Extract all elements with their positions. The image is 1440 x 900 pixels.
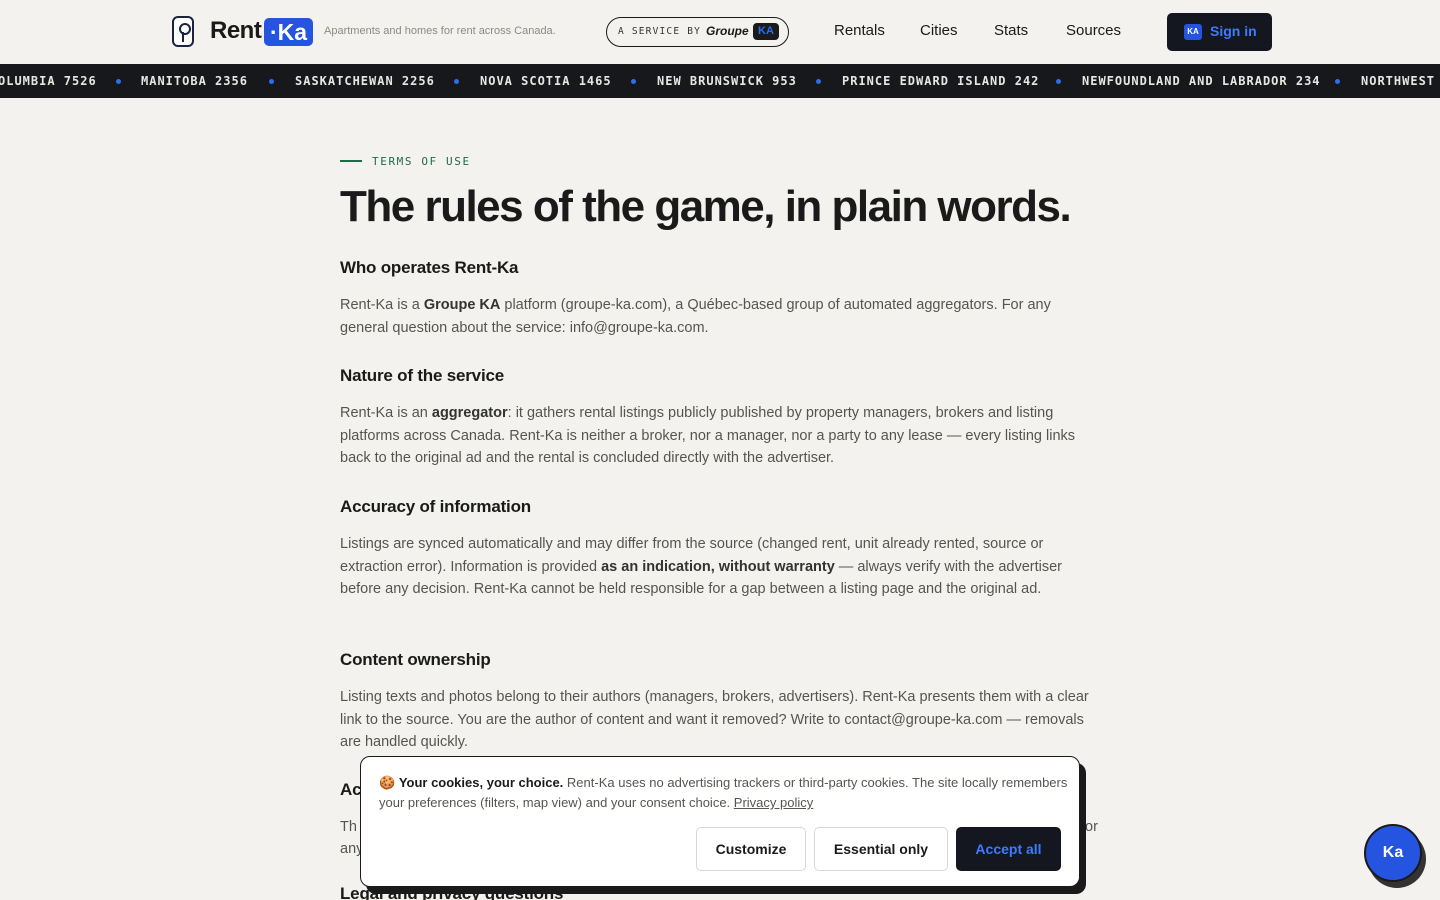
ticker-dot-icon xyxy=(454,79,459,84)
privacy-policy-link[interactable]: Privacy policy xyxy=(734,795,813,810)
section-heading: Nature of the service xyxy=(340,366,504,385)
customize-button[interactable]: Customize xyxy=(696,827,806,871)
section-paragraph: Listing texts and photos belong to their… xyxy=(340,689,1089,750)
nav-cities[interactable]: Cities xyxy=(920,22,958,39)
section-heading: Who operates Rent-Ka xyxy=(340,258,519,277)
ticker-dot-icon xyxy=(116,79,121,84)
section-heading: Accuracy of information xyxy=(340,497,531,516)
logo-text[interactable]: Rent xyxy=(210,17,262,45)
ticker-item: SASKATCHEWAN 2256 xyxy=(295,74,435,88)
cookie-icon: 🍪 xyxy=(379,775,396,790)
section-paragraph: Rent-Ka is a Groupe KA platform (groupe-… xyxy=(340,297,1051,336)
essential-only-button[interactable]: Essential only xyxy=(814,827,948,871)
chat-button[interactable]: Ka xyxy=(1364,824,1422,882)
section-paragraph: Rent-Ka is an aggregator: it gathers ren… xyxy=(340,405,1076,466)
section-heading: Content ownership xyxy=(340,650,491,669)
section-paragraph-partial: Th xyxy=(340,819,357,835)
ticker-item: NOVA SCOTIA 1465 xyxy=(480,74,612,88)
province-ticker: OLUMBIA 7526 MANITOBA 2356 SASKATCHEWAN … xyxy=(0,64,1440,98)
nav-stats[interactable]: Stats xyxy=(994,22,1028,39)
ka-icon: KA xyxy=(1184,24,1202,40)
key-logo-icon[interactable] xyxy=(172,16,194,47)
eyebrow-rule xyxy=(340,160,362,162)
ticker-item: NORTHWEST xyxy=(1361,74,1436,88)
section-paragraph-partial: or xyxy=(1085,819,1098,835)
nav-rentals[interactable]: Rentals xyxy=(834,22,885,39)
ticker-dot-icon xyxy=(269,79,274,84)
service-brand: Groupe xyxy=(706,24,749,38)
accept-all-button[interactable]: Accept all xyxy=(956,827,1061,871)
sign-in-button[interactable]: KA Sign in xyxy=(1167,13,1272,51)
ticker-dot-icon xyxy=(631,79,636,84)
cookie-banner: 🍪 Your cookies, your choice. Rent-Ka use… xyxy=(360,756,1080,887)
cookie-message: 🍪 Your cookies, your choice. Rent-Ka use… xyxy=(379,775,1068,810)
section-heading-partial: Ac xyxy=(340,780,362,799)
section-paragraph: Listings are synced automatically and ma… xyxy=(340,536,1063,597)
ticker-dot-icon xyxy=(1056,79,1061,84)
cookie-title: Your cookies, your choice. xyxy=(398,775,564,790)
service-by-groupe-ka-badge[interactable]: A SERVICE BY Groupe KA xyxy=(606,17,789,47)
ticker-item: MANITOBA 2356 xyxy=(141,74,248,88)
ticker-dot-icon xyxy=(1335,79,1340,84)
nav-sources[interactable]: Sources xyxy=(1066,22,1121,39)
sign-in-label: Sign in xyxy=(1210,23,1257,39)
site-header: Rent ·Ka Apartments and homes for rent a… xyxy=(0,0,1440,64)
service-ka-badge: KA xyxy=(753,23,779,40)
ticker-item: NEW BRUNSWICK 953 xyxy=(657,74,797,88)
tagline: Apartments and homes for rent across Can… xyxy=(324,25,556,37)
page-title: The rules of the game, in plain words. xyxy=(340,182,1072,231)
ticker-item: PRINCE EDWARD ISLAND 242 xyxy=(842,74,1040,88)
ticker-dot-icon xyxy=(816,79,821,84)
ticker-item: NEWFOUNDLAND AND LABRADOR 234 xyxy=(1082,74,1321,88)
eyebrow: TERMS OF USE xyxy=(372,155,471,168)
logo-badge[interactable]: ·Ka xyxy=(264,18,314,46)
service-prefix: A SERVICE BY xyxy=(618,26,702,37)
ticker-item: OLUMBIA 7526 xyxy=(0,74,97,88)
